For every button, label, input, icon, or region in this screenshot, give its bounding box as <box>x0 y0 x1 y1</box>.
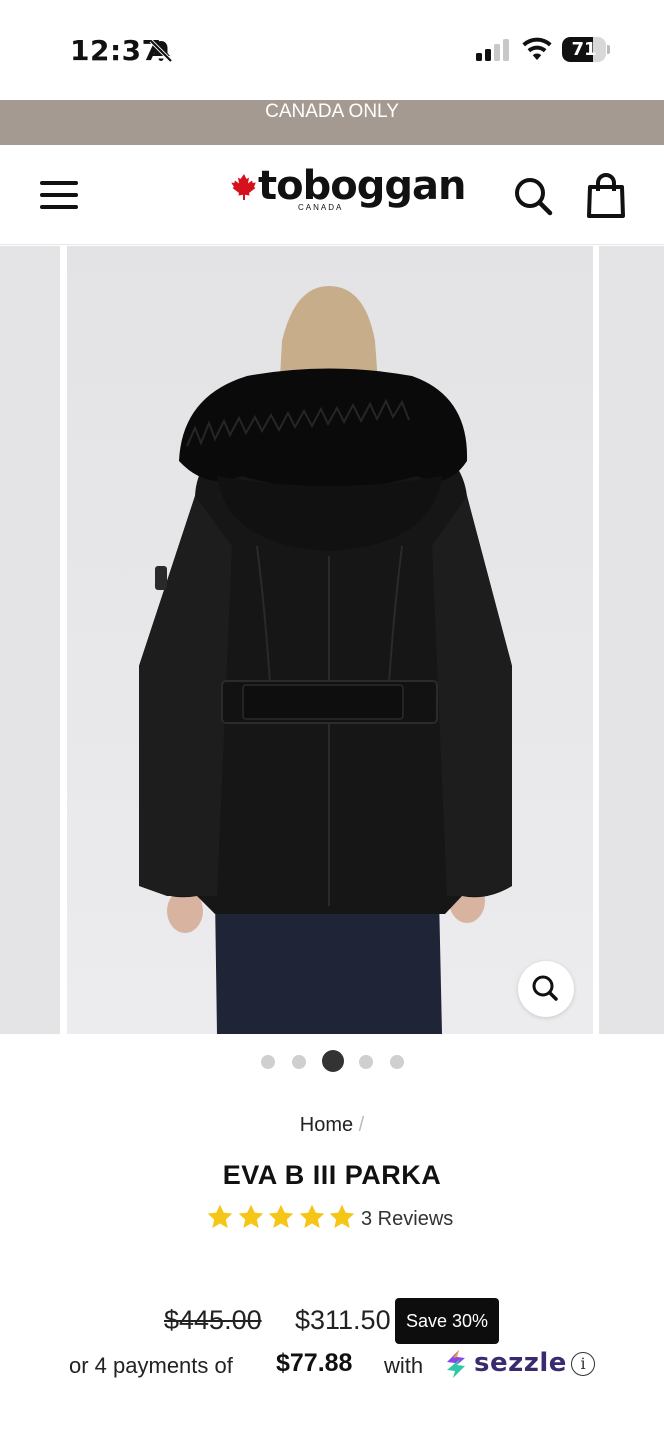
price-row: $445.00 $311.50 Save 30% <box>0 1298 664 1346</box>
star-icon <box>329 1204 355 1228</box>
announcement-text: CANADA ONLY <box>265 101 399 122</box>
sale-price: $311.50 <box>295 1305 391 1335</box>
pagination-dot[interactable] <box>322 1050 344 1072</box>
bell-slash-icon <box>149 39 173 63</box>
sezzle-logo-text[interactable]: sezzle <box>474 1348 567 1378</box>
announcement-bar: CANADA ONLY <box>0 100 664 145</box>
shopping-bag-icon[interactable] <box>584 173 628 219</box>
pagination-dot[interactable] <box>292 1055 306 1069</box>
sezzle-prefix: or 4 payments of <box>69 1353 233 1378</box>
product-title: EVA B III PARKA <box>222 1160 442 1190</box>
gallery-slide-next[interactable] <box>599 246 664 1034</box>
battery-percent: 71 <box>571 39 597 60</box>
gallery-slide-previous[interactable] <box>0 246 60 1034</box>
star-icon <box>299 1204 324 1228</box>
pagination-dot[interactable] <box>390 1055 404 1069</box>
original-price: $445.00 <box>164 1305 262 1335</box>
sezzle-logo-icon <box>447 1350 465 1378</box>
sezzle-installments: or 4 payments of $77.88 with sezzle i <box>0 1346 664 1386</box>
battery-body: 71 <box>562 37 606 62</box>
gallery-pagination <box>0 1050 664 1074</box>
save-badge: Save 30% <box>395 1298 499 1344</box>
product-gallery[interactable] <box>0 246 664 1034</box>
logo-wordmark: toboggan <box>258 163 466 209</box>
product-image-parka <box>67 246 593 1034</box>
product-rating[interactable]: 3 Reviews <box>206 1202 476 1234</box>
search-icon[interactable] <box>512 175 554 217</box>
maple-leaf-icon <box>231 174 256 200</box>
reviews-link[interactable]: 3 Reviews <box>361 1208 453 1231</box>
sezzle-amount: $77.88 <box>276 1349 353 1377</box>
sezzle-with: with <box>384 1353 424 1378</box>
zoom-button[interactable] <box>518 961 574 1017</box>
battery-cap <box>607 45 610 54</box>
hamburger-menu-icon[interactable] <box>36 177 82 213</box>
breadcrumb: Home / <box>0 1114 664 1137</box>
gallery-slide-current[interactable] <box>67 246 593 1034</box>
zoom-icon <box>532 975 558 1001</box>
breadcrumb-separator: / <box>358 1114 365 1136</box>
pagination-dot[interactable] <box>359 1055 373 1069</box>
logo-subtext: CANADA <box>298 203 344 212</box>
site-header: toboggan CANADA <box>0 145 664 245</box>
star-icon <box>207 1204 233 1228</box>
brand-logo[interactable]: toboggan CANADA <box>230 163 466 225</box>
star-icon <box>268 1204 294 1228</box>
cellular-signal-icon <box>476 39 509 61</box>
star-icon <box>238 1204 263 1228</box>
pagination-dot[interactable] <box>261 1055 275 1069</box>
info-icon[interactable]: i <box>571 1352 595 1376</box>
wifi-icon <box>522 37 552 60</box>
breadcrumb-home-link[interactable]: Home <box>300 1114 353 1136</box>
battery-icon: 71 <box>562 37 610 62</box>
status-bar: 12:37 71 <box>0 0 664 100</box>
